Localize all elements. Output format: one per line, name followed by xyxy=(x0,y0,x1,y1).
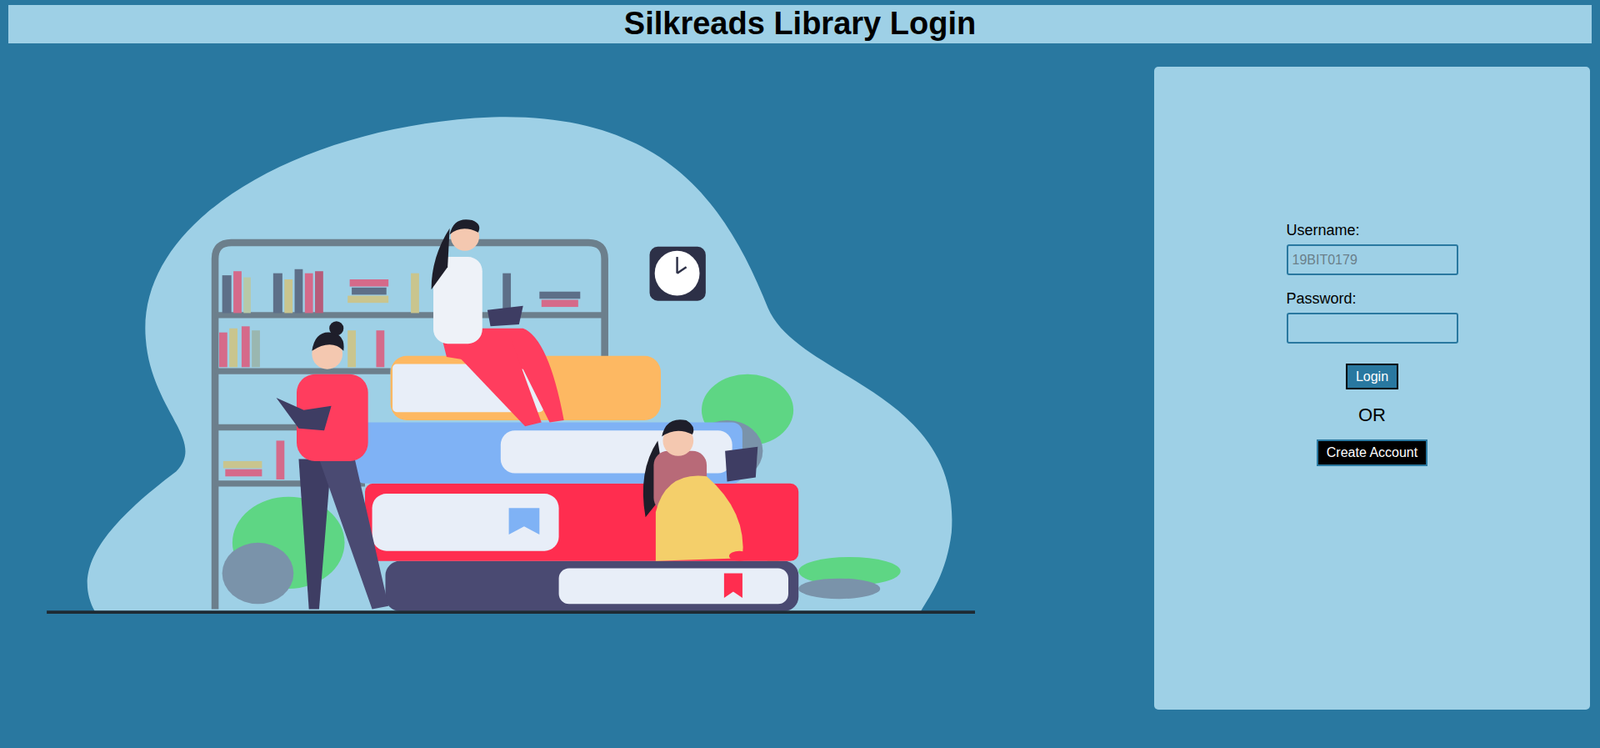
background-blob xyxy=(87,116,953,611)
clock-icon xyxy=(650,246,706,301)
login-button[interactable]: Login xyxy=(1345,363,1399,390)
floor-reader-figure xyxy=(643,419,758,561)
illustration-area xyxy=(0,66,1155,710)
field-label: Username: xyxy=(1286,221,1459,240)
create-account-button[interactable]: Create Account xyxy=(1316,439,1428,466)
sitting-reader-figure xyxy=(431,219,565,426)
standing-reader-figure xyxy=(276,320,390,609)
main-area: Username: Password: Login OR Create Acco… xyxy=(0,43,1600,748)
page-title: Silkreads Library Login xyxy=(624,5,976,44)
book-stack-icon xyxy=(355,355,799,611)
login-form: Username: Password: Login OR Create Acco… xyxy=(1286,216,1459,710)
login-page: Silkreads Library Login Username: Passwo… xyxy=(0,0,1600,748)
or-separator: OR xyxy=(1286,404,1459,426)
text-input[interactable] xyxy=(1286,244,1459,275)
field-label: Password: xyxy=(1286,290,1459,308)
password-input[interactable] xyxy=(1286,312,1459,344)
title-bar: Silkreads Library Login xyxy=(8,5,1592,44)
login-panel: Username: Password: Login OR Create Acco… xyxy=(1154,66,1590,710)
floor-line xyxy=(46,610,975,614)
library-illustration xyxy=(33,83,993,635)
